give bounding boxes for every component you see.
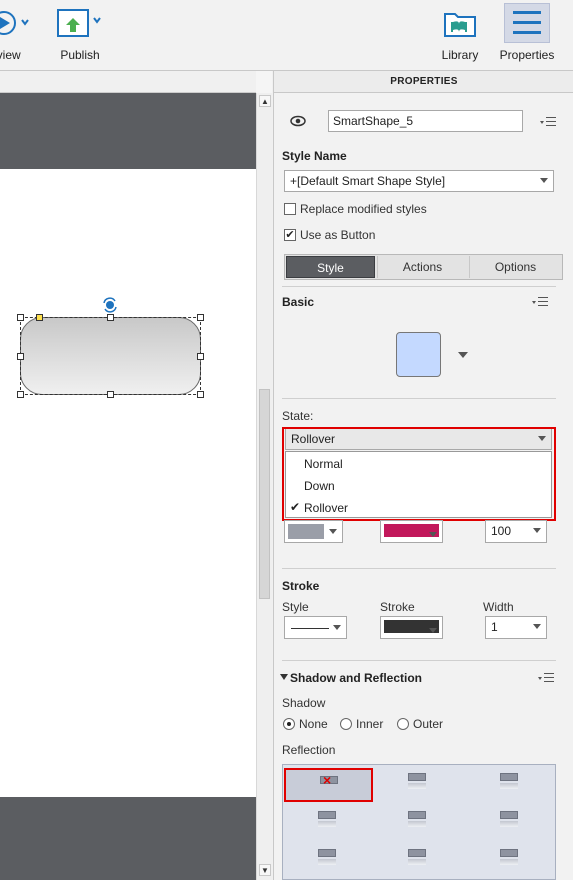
resize-handle-w[interactable] (17, 353, 24, 360)
state-highlight-box (282, 427, 556, 521)
shadow-none-label: None (299, 717, 328, 731)
stroke-section-title: Stroke (282, 579, 320, 593)
eye-icon[interactable] (290, 115, 306, 127)
fill-color-select[interactable] (284, 520, 343, 543)
resize-handle-se[interactable] (197, 391, 204, 398)
reflection-option-7[interactable] (318, 849, 336, 867)
library-label: Library (441, 48, 479, 62)
stage-pasteboard-top (0, 93, 256, 169)
resize-handle-ne[interactable] (197, 314, 204, 321)
corner-radius-handle[interactable] (36, 314, 43, 321)
properties-button[interactable]: Properties (496, 0, 558, 70)
shape-picker-chevron-icon[interactable] (458, 352, 468, 358)
style-name-select[interactable]: +[Default Smart Shape Style] (284, 170, 554, 192)
basic-menu-icon[interactable] (532, 296, 548, 308)
chevron-down-icon (533, 528, 541, 533)
preview-label: eview (0, 48, 21, 62)
scroll-up-icon[interactable]: ▲ (259, 95, 271, 107)
resize-handle-s[interactable] (107, 391, 114, 398)
property-tabs: Style Actions Options (284, 254, 563, 280)
shadow-section-title: Shadow and Reflection (290, 671, 423, 685)
library-button[interactable]: Library (434, 0, 486, 70)
replace-modified-checkbox[interactable] (284, 203, 296, 215)
stroke-color-select[interactable] (380, 616, 443, 639)
reflection-option-3[interactable] (500, 773, 518, 791)
stroke-style-label: Style (282, 600, 309, 614)
resize-handle-n[interactable] (107, 314, 114, 321)
shadow-outer-radio[interactable] (397, 718, 409, 730)
shadow-label: Shadow (282, 696, 326, 710)
chevron-down-icon (540, 178, 548, 183)
fill-opacity-value: 100 (491, 524, 512, 538)
resize-handle-e[interactable] (197, 353, 204, 360)
chevron-down-icon (429, 628, 437, 633)
play-icon (0, 11, 29, 35)
reflection-option-5[interactable] (408, 811, 426, 829)
gradient-color-select[interactable] (380, 520, 443, 543)
stage-pasteboard-bottom (0, 797, 256, 880)
publish-icon (57, 9, 101, 37)
properties-label: Properties (499, 48, 555, 62)
scroll-thumb[interactable] (259, 389, 270, 599)
chevron-down-icon (533, 624, 541, 629)
reflection-option-4[interactable] (318, 811, 336, 829)
chevron-down-icon (429, 532, 437, 537)
style-name-value: +[Default Smart Shape Style] (290, 174, 446, 188)
shape-preview-swatch[interactable] (396, 332, 441, 377)
resize-handle-nw[interactable] (17, 314, 24, 321)
shadow-outer-label: Outer (413, 717, 444, 731)
publish-button[interactable]: Publish (52, 0, 108, 70)
reflection-option-8[interactable] (408, 849, 426, 867)
reflection-option-6[interactable] (500, 811, 518, 829)
selection-box (20, 317, 201, 395)
canvas-ruler (0, 71, 256, 93)
shadow-inner-label: Inner (356, 717, 384, 731)
canvas-vertical-scrollbar[interactable]: ▲ ▼ (256, 93, 272, 880)
style-name-label: Style Name (282, 149, 347, 163)
tab-style[interactable]: Style (286, 256, 375, 278)
stroke-width-label: Width (483, 600, 514, 614)
stroke-width-select[interactable]: 1 (485, 616, 547, 639)
reflection-option-9[interactable] (500, 849, 518, 867)
reflection-none-selected[interactable]: × (284, 768, 373, 802)
use-as-button-checkbox[interactable]: ✔ (284, 229, 296, 241)
solid-line-icon (291, 628, 329, 629)
resize-handle-sw[interactable] (17, 391, 24, 398)
canvas-area: ▲ ▼ (0, 71, 272, 880)
no-reflection-x-icon: × (323, 772, 332, 788)
state-label: State: (282, 409, 314, 423)
preview-button[interactable]: eview (0, 0, 35, 70)
tab-actions[interactable]: Actions (377, 256, 467, 278)
object-name-input[interactable]: SmartShape_5 (328, 110, 523, 132)
object-menu-icon[interactable] (540, 116, 556, 128)
shadow-menu-icon[interactable] (538, 672, 554, 684)
replace-modified-label: Replace modified styles (300, 202, 427, 216)
fill-color-chip (288, 524, 324, 539)
library-icon (444, 13, 476, 37)
shadow-inner-radio[interactable] (340, 718, 352, 730)
publish-label: Publish (60, 48, 100, 62)
use-as-button-label: Use as Button (300, 228, 376, 242)
shadow-none-radio[interactable] (283, 718, 295, 730)
properties-panel: PROPERTIES SmartShape_5 Style Name +[Def… (273, 71, 573, 880)
basic-section-title: Basic (282, 295, 315, 309)
chevron-down-icon (329, 529, 337, 534)
reflection-option-2[interactable] (408, 773, 426, 791)
rotate-icon[interactable] (101, 295, 119, 313)
stroke-color-label: Stroke (380, 600, 415, 614)
reflection-label: Reflection (282, 743, 336, 757)
slide-stage[interactable] (0, 169, 256, 797)
properties-icon (513, 11, 541, 34)
stroke-width-value: 1 (491, 620, 498, 634)
main-toolbar: eview Publish Library Properties (0, 0, 573, 71)
collapse-triangle-icon[interactable] (280, 674, 288, 680)
chevron-down-icon (333, 625, 341, 630)
stroke-style-select[interactable] (284, 616, 347, 639)
panel-title: PROPERTIES (274, 71, 573, 93)
fill-opacity-select[interactable]: 100 (485, 520, 547, 543)
scroll-down-icon[interactable]: ▼ (259, 864, 271, 876)
tab-options[interactable]: Options (469, 256, 561, 278)
